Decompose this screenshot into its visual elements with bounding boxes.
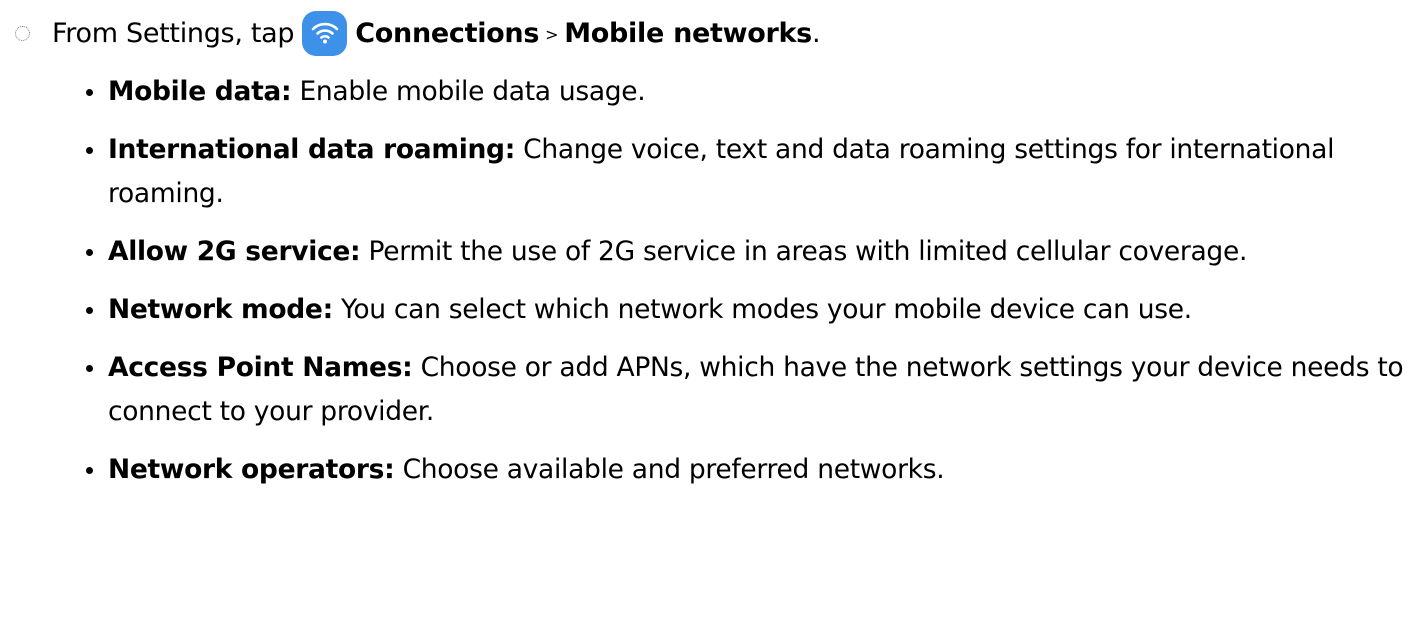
- step-prefix: From Settings, tap: [52, 17, 295, 49]
- list-item: Network mode: You can select which netwo…: [86, 288, 1408, 332]
- item-description: Choose available and preferred networks.: [402, 454, 945, 485]
- list-item: Allow 2G service: Permit the use of 2G s…: [86, 230, 1408, 274]
- list-item: Access Point Names: Choose or add APNs, …: [86, 346, 1408, 434]
- settings-list: Mobile data: Enable mobile data usage. I…: [86, 70, 1408, 506]
- step-period: .: [811, 17, 821, 49]
- item-term: Access Point Names:: [108, 352, 413, 383]
- item-term: Network operators:: [108, 454, 395, 485]
- item-description: You can select which network modes your …: [341, 294, 1192, 325]
- breadcrumb-separator: >: [545, 24, 559, 44]
- list-item: International data roaming: Change voice…: [86, 128, 1408, 216]
- list-item: Network operators: Choose available and …: [86, 448, 1408, 492]
- item-term: Allow 2G service:: [108, 236, 361, 267]
- item-term: Mobile data:: [108, 76, 292, 107]
- item-description: Enable mobile data usage.: [299, 76, 646, 107]
- item-description: Permit the use of 2G service in areas wi…: [368, 236, 1248, 267]
- mobile-networks-menu-label: Mobile networks: [564, 17, 812, 49]
- item-term: International data roaming:: [108, 134, 516, 165]
- wifi-icon: [302, 10, 348, 56]
- item-term: Network mode:: [108, 294, 333, 325]
- step-marker-icon: [15, 25, 30, 41]
- instruction-step: From Settings, tap Connections > Mobile …: [12, 10, 1412, 56]
- list-item: Mobile data: Enable mobile data usage.: [86, 70, 1408, 114]
- wifi-icon-glyph: [311, 22, 339, 44]
- connections-menu-label: Connections: [355, 17, 540, 49]
